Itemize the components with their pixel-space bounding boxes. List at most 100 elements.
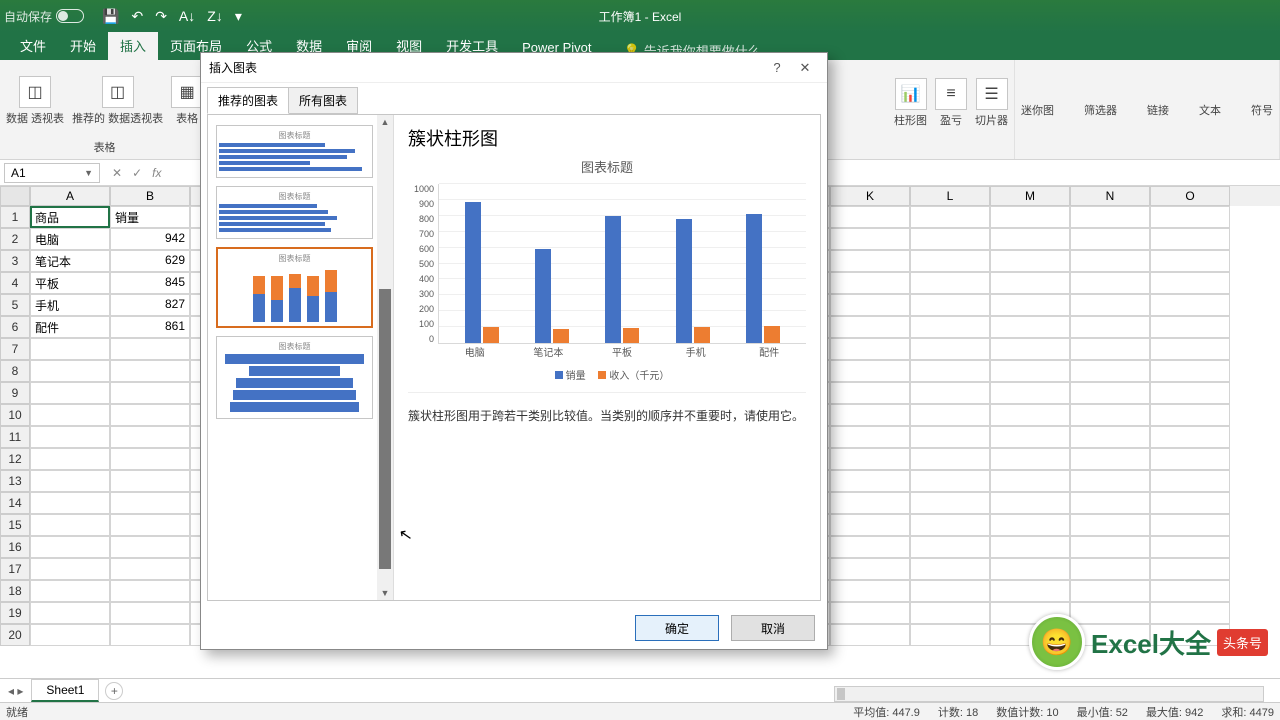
cell[interactable] — [110, 448, 190, 470]
select-all-corner[interactable] — [0, 186, 30, 206]
cell[interactable] — [910, 514, 990, 536]
cell[interactable] — [910, 382, 990, 404]
cell[interactable] — [30, 624, 110, 646]
cell[interactable] — [910, 470, 990, 492]
cell[interactable] — [1150, 558, 1230, 580]
cell[interactable] — [990, 382, 1070, 404]
fx-icon[interactable]: fx — [152, 166, 161, 180]
ok-button[interactable]: 确定 — [635, 615, 719, 641]
chart-thumb-bar-h2[interactable]: 图表标题 — [216, 186, 373, 239]
row-header[interactable]: 4 — [0, 272, 30, 294]
cell[interactable] — [830, 272, 910, 294]
cell[interactable] — [910, 360, 990, 382]
cell[interactable] — [990, 316, 1070, 338]
row-header[interactable]: 10 — [0, 404, 30, 426]
help-button[interactable]: ? — [763, 57, 791, 79]
cell[interactable] — [30, 426, 110, 448]
cell[interactable] — [30, 448, 110, 470]
cell[interactable] — [910, 404, 990, 426]
cell[interactable]: 商品 — [30, 206, 110, 228]
cell[interactable] — [30, 536, 110, 558]
cell[interactable] — [910, 602, 990, 624]
cell[interactable] — [1070, 558, 1150, 580]
qat-more-icon[interactable]: ▾ — [235, 8, 242, 25]
column-header[interactable]: A — [30, 186, 110, 206]
cell[interactable] — [1150, 426, 1230, 448]
cell[interactable] — [910, 536, 990, 558]
cell[interactable] — [1070, 316, 1150, 338]
cell[interactable]: 845 — [110, 272, 190, 294]
recommended-pivot-button[interactable]: ◫推荐的 数据透视表 — [72, 76, 163, 126]
cell[interactable] — [1070, 294, 1150, 316]
cell[interactable] — [910, 624, 990, 646]
row-header[interactable]: 19 — [0, 602, 30, 624]
sort-desc-icon[interactable]: Z↓ — [207, 8, 223, 24]
winloss-button[interactable]: ≡盈亏 — [935, 78, 967, 128]
tab-insert[interactable]: 插入 — [108, 31, 158, 60]
cell[interactable] — [1150, 492, 1230, 514]
cell[interactable] — [110, 624, 190, 646]
cell[interactable] — [110, 558, 190, 580]
pivot-table-button[interactable]: ◫数据 透视表 — [6, 76, 64, 126]
cell[interactable] — [1070, 404, 1150, 426]
cell[interactable] — [1070, 250, 1150, 272]
cell[interactable] — [1150, 360, 1230, 382]
autosave-toggle[interactable]: 自动保存 — [4, 8, 84, 25]
cell[interactable] — [110, 536, 190, 558]
cell[interactable] — [910, 448, 990, 470]
cell[interactable] — [1070, 492, 1150, 514]
cell[interactable] — [990, 404, 1070, 426]
cell[interactable] — [990, 294, 1070, 316]
cell[interactable] — [1070, 382, 1150, 404]
cell[interactable] — [110, 602, 190, 624]
cell[interactable]: 629 — [110, 250, 190, 272]
cell[interactable] — [990, 492, 1070, 514]
cell[interactable] — [910, 294, 990, 316]
row-header[interactable]: 7 — [0, 338, 30, 360]
filter-label[interactable]: 筛选器 — [1084, 102, 1117, 118]
table-button[interactable]: ▦表格 — [171, 76, 203, 126]
chart-thumb-funnel[interactable]: 图表标题 — [216, 336, 373, 419]
cell[interactable] — [990, 558, 1070, 580]
cell[interactable] — [110, 360, 190, 382]
cell[interactable] — [30, 492, 110, 514]
text-label[interactable]: 文本 — [1199, 102, 1221, 118]
cell[interactable] — [1150, 580, 1230, 602]
tab-all-charts[interactable]: 所有图表 — [288, 87, 358, 114]
cell[interactable] — [830, 404, 910, 426]
cell[interactable]: 平板 — [30, 272, 110, 294]
cell[interactable]: 手机 — [30, 294, 110, 316]
close-button[interactable]: ✕ — [791, 57, 819, 79]
cell[interactable] — [990, 360, 1070, 382]
reco-scrollbar[interactable]: ▲ ▼ — [377, 115, 393, 600]
cell[interactable] — [110, 382, 190, 404]
column-chart-button[interactable]: 📊柱形图 — [894, 78, 927, 128]
cell[interactable] — [1070, 272, 1150, 294]
sheet-nav[interactable]: ◂ ▸ — [0, 684, 31, 698]
cell[interactable] — [1070, 470, 1150, 492]
cell[interactable] — [910, 228, 990, 250]
cell[interactable] — [1070, 580, 1150, 602]
cell[interactable] — [1150, 338, 1230, 360]
cell[interactable] — [30, 382, 110, 404]
cell[interactable] — [1150, 514, 1230, 536]
cell[interactable] — [1150, 404, 1230, 426]
save-icon[interactable]: 💾 — [102, 8, 119, 25]
cell[interactable] — [830, 470, 910, 492]
cell[interactable] — [830, 294, 910, 316]
tab-home[interactable]: 开始 — [58, 31, 108, 60]
cell[interactable] — [110, 426, 190, 448]
cell[interactable] — [1150, 382, 1230, 404]
cell[interactable] — [30, 602, 110, 624]
cell[interactable] — [1070, 228, 1150, 250]
row-header[interactable]: 11 — [0, 426, 30, 448]
row-header[interactable]: 16 — [0, 536, 30, 558]
row-header[interactable]: 13 — [0, 470, 30, 492]
cell[interactable] — [30, 404, 110, 426]
cell[interactable]: 827 — [110, 294, 190, 316]
cell[interactable] — [830, 580, 910, 602]
cell[interactable] — [990, 228, 1070, 250]
cell[interactable] — [110, 338, 190, 360]
slicer-button[interactable]: ☰切片器 — [975, 78, 1008, 128]
cell[interactable]: 笔记本 — [30, 250, 110, 272]
